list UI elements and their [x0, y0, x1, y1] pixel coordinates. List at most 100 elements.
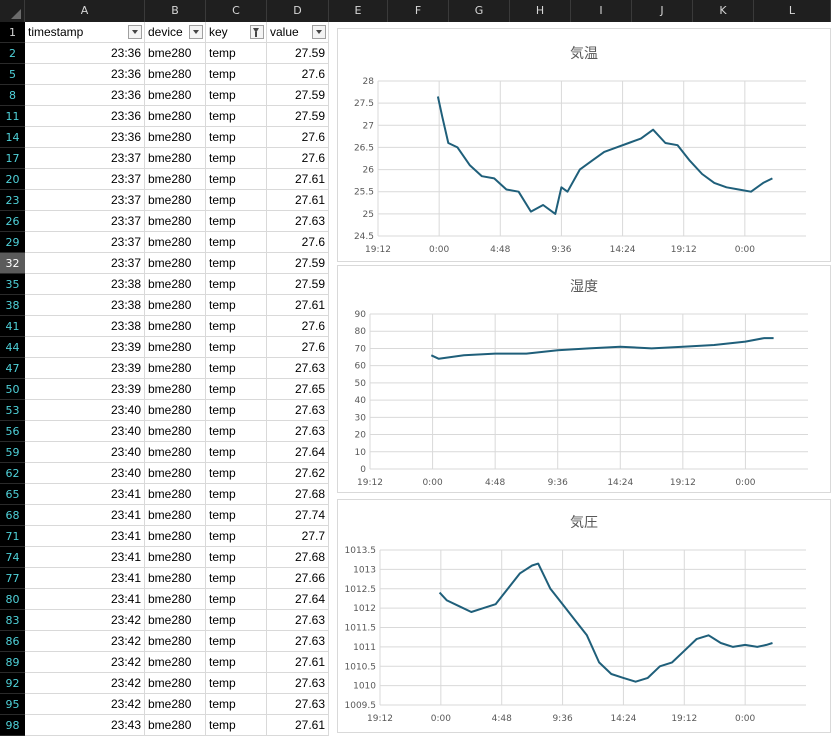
- cell-time[interactable]: 23:43: [25, 715, 145, 736]
- cell-value[interactable]: 27.64: [267, 442, 329, 463]
- cell-device[interactable]: bme280: [145, 169, 206, 190]
- cell-time[interactable]: 23:40: [25, 463, 145, 484]
- row-header[interactable]: 11: [0, 106, 25, 127]
- cell-device[interactable]: bme280: [145, 526, 206, 547]
- cell-key[interactable]: temp: [206, 274, 267, 295]
- row-header[interactable]: 20: [0, 169, 25, 190]
- chart-temperature[interactable]: 24.5 25 25.5 26 26.5 27 27.5 28 19:12 0:00 4:48 9:3…: [337, 28, 831, 262]
- row-header[interactable]: 23: [0, 190, 25, 211]
- row-header[interactable]: 80: [0, 589, 25, 610]
- cell-time[interactable]: 23:37: [25, 253, 145, 274]
- row-header[interactable]: 98: [0, 715, 25, 736]
- cell-device[interactable]: bme280: [145, 610, 206, 631]
- row-header[interactable]: 86: [0, 631, 25, 652]
- cell-key[interactable]: temp: [206, 232, 267, 253]
- cell-key[interactable]: temp: [206, 148, 267, 169]
- cell-key[interactable]: temp: [206, 43, 267, 64]
- column-header-g[interactable]: G: [449, 0, 510, 22]
- cell-value[interactable]: 27.6: [267, 127, 329, 148]
- cell-value[interactable]: 27.61: [267, 652, 329, 673]
- cell-key[interactable]: temp: [206, 526, 267, 547]
- cell-time[interactable]: 23:40: [25, 400, 145, 421]
- cell-device[interactable]: bme280: [145, 253, 206, 274]
- cell-value[interactable]: 27.63: [267, 211, 329, 232]
- row-header[interactable]: 89: [0, 652, 25, 673]
- cell-time[interactable]: 23:41: [25, 484, 145, 505]
- cell-key[interactable]: temp: [206, 85, 267, 106]
- cell-time[interactable]: 23:41: [25, 547, 145, 568]
- cell-device[interactable]: bme280: [145, 274, 206, 295]
- column-header-c[interactable]: C: [206, 0, 267, 22]
- cell-device[interactable]: bme280: [145, 442, 206, 463]
- cell-value[interactable]: 27.6: [267, 148, 329, 169]
- column-header-l[interactable]: L: [754, 0, 831, 22]
- cell-device[interactable]: bme280: [145, 652, 206, 673]
- cell-time[interactable]: 23:40: [25, 421, 145, 442]
- cell-value[interactable]: 27.59: [267, 274, 329, 295]
- cell-value[interactable]: 27.63: [267, 673, 329, 694]
- cell-time[interactable]: 23:38: [25, 274, 145, 295]
- cell-device[interactable]: bme280: [145, 85, 206, 106]
- cell-value[interactable]: 27.6: [267, 64, 329, 85]
- cell-device[interactable]: bme280: [145, 463, 206, 484]
- cell-time[interactable]: 23:39: [25, 379, 145, 400]
- row-header[interactable]: 38: [0, 295, 25, 316]
- row-header[interactable]: 1: [0, 22, 25, 43]
- row-header[interactable]: 53: [0, 400, 25, 421]
- cell-device[interactable]: bme280: [145, 358, 206, 379]
- cell-value[interactable]: 27.61: [267, 295, 329, 316]
- row-header[interactable]: 47: [0, 358, 25, 379]
- series-line[interactable]: [436, 96, 773, 215]
- column-header-e[interactable]: E: [329, 0, 388, 22]
- filter-dropdown-icon[interactable]: [312, 25, 326, 39]
- filter-dropdown-icon[interactable]: [128, 25, 142, 39]
- cell-value[interactable]: 27.7: [267, 526, 329, 547]
- cell-time[interactable]: 23:40: [25, 442, 145, 463]
- column-header-a[interactable]: A: [25, 0, 145, 22]
- column-header-d[interactable]: D: [267, 0, 329, 22]
- cell-time[interactable]: 23:38: [25, 295, 145, 316]
- cell-key[interactable]: temp: [206, 337, 267, 358]
- cell-device[interactable]: bme280: [145, 148, 206, 169]
- row-header[interactable]: 35: [0, 274, 25, 295]
- row-header[interactable]: 77: [0, 568, 25, 589]
- cell-value[interactable]: 27.74: [267, 505, 329, 526]
- cell-key[interactable]: temp: [206, 358, 267, 379]
- row-header[interactable]: 74: [0, 547, 25, 568]
- cell-value[interactable]: 27.59: [267, 106, 329, 127]
- cell-key[interactable]: temp: [206, 295, 267, 316]
- header-cell-value[interactable]: value: [267, 22, 329, 43]
- cell-key[interactable]: temp: [206, 694, 267, 715]
- cell-key[interactable]: temp: [206, 652, 267, 673]
- cell-time[interactable]: 23:37: [25, 169, 145, 190]
- cell-device[interactable]: bme280: [145, 379, 206, 400]
- cell-key[interactable]: temp: [206, 169, 267, 190]
- cell-key[interactable]: temp: [206, 211, 267, 232]
- cell-device[interactable]: bme280: [145, 547, 206, 568]
- cell-key[interactable]: temp: [206, 547, 267, 568]
- cell-value[interactable]: 27.63: [267, 610, 329, 631]
- cell-key[interactable]: temp: [206, 568, 267, 589]
- cell-value[interactable]: 27.63: [267, 631, 329, 652]
- cell-key[interactable]: temp: [206, 715, 267, 736]
- cell-key[interactable]: temp: [206, 379, 267, 400]
- cell-key[interactable]: temp: [206, 610, 267, 631]
- cell-time[interactable]: 23:42: [25, 652, 145, 673]
- row-header[interactable]: 83: [0, 610, 25, 631]
- filter-dropdown-icon[interactable]: [189, 25, 203, 39]
- column-header-b[interactable]: B: [145, 0, 206, 22]
- cell-device[interactable]: bme280: [145, 211, 206, 232]
- cell-device[interactable]: bme280: [145, 631, 206, 652]
- cell-time[interactable]: 23:37: [25, 148, 145, 169]
- cell-key[interactable]: temp: [206, 253, 267, 274]
- cell-device[interactable]: bme280: [145, 694, 206, 715]
- cell-device[interactable]: bme280: [145, 43, 206, 64]
- cell-time[interactable]: 23:36: [25, 127, 145, 148]
- cell-time[interactable]: 23:41: [25, 505, 145, 526]
- cell-device[interactable]: bme280: [145, 127, 206, 148]
- series-line[interactable]: [438, 562, 773, 683]
- column-header-j[interactable]: J: [632, 0, 693, 22]
- cell-time[interactable]: 23:36: [25, 85, 145, 106]
- cell-time[interactable]: 23:42: [25, 610, 145, 631]
- row-header[interactable]: 41: [0, 316, 25, 337]
